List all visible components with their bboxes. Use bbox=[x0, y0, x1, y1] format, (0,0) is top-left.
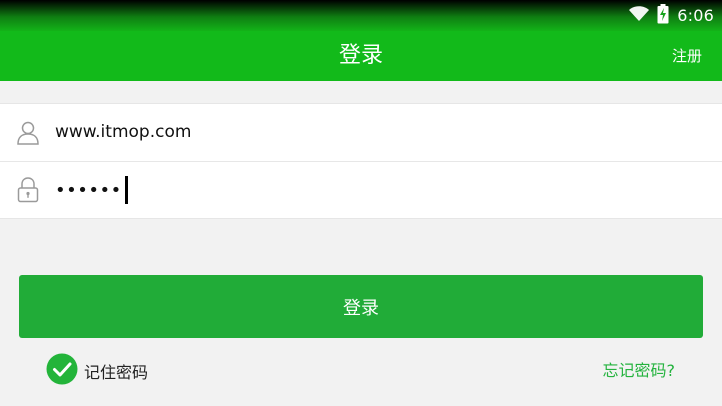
login-button[interactable]: 登录 bbox=[19, 275, 703, 338]
check-circle-icon[interactable] bbox=[46, 353, 78, 389]
register-link[interactable]: 注册 bbox=[672, 31, 702, 81]
status-bar: 6:06 bbox=[0, 0, 722, 31]
status-time: 6:06 bbox=[677, 6, 714, 25]
status-indicators: 6:06 bbox=[629, 4, 714, 28]
user-icon bbox=[0, 120, 55, 146]
wifi-icon bbox=[629, 6, 650, 26]
username-field[interactable]: www.itmop.com bbox=[55, 104, 191, 161]
password-row[interactable]: •••••• bbox=[0, 161, 722, 218]
app-bar: 登录 注册 bbox=[0, 31, 722, 81]
login-form: www.itmop.com •••••• bbox=[0, 103, 722, 219]
username-row[interactable]: www.itmop.com bbox=[0, 104, 722, 161]
forgot-password-link[interactable]: 忘记密码? bbox=[603, 355, 676, 387]
lock-icon bbox=[0, 177, 55, 203]
password-field[interactable]: •••••• bbox=[55, 162, 122, 219]
remember-password-toggle[interactable]: 记住密码 bbox=[46, 353, 149, 389]
page-title: 登录 bbox=[338, 43, 383, 68]
battery-charging-icon bbox=[657, 4, 669, 28]
text-cursor bbox=[124, 176, 128, 204]
remember-password-label: 记住密码 bbox=[84, 363, 149, 382]
